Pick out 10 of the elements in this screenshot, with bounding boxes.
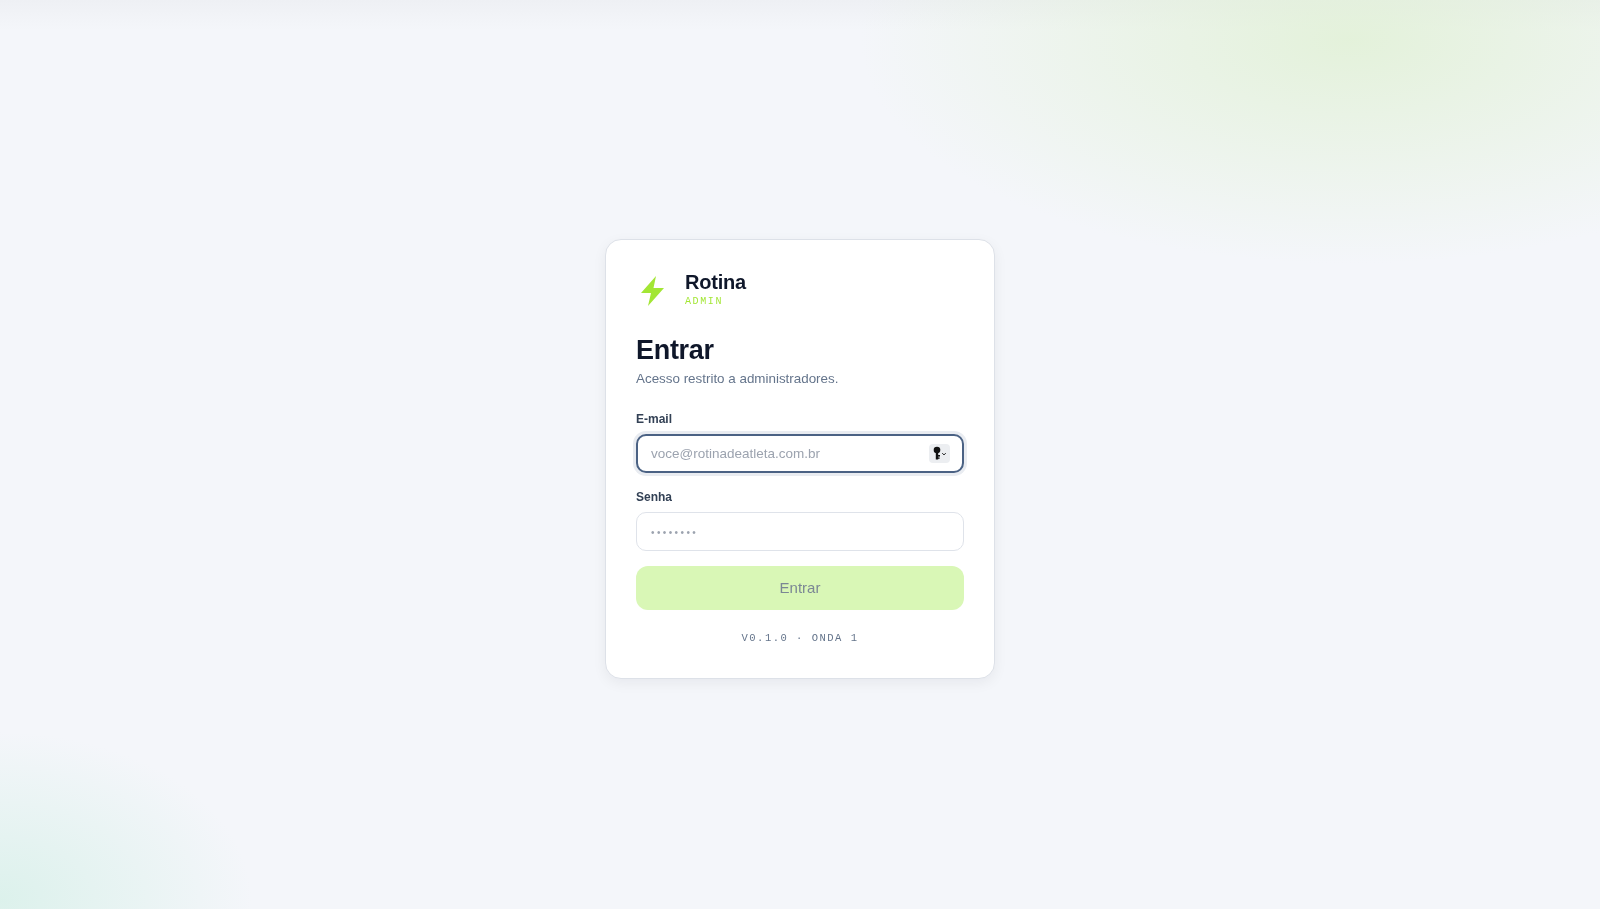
- field-label: Senha: [636, 488, 673, 505]
- brand-name: Rotina: [685, 269, 747, 294]
- lightning-bolt-icon: [641, 276, 664, 306]
- page-heading: Entrar: [636, 333, 715, 367]
- password-field[interactable]: ••••••••: [636, 511, 964, 551]
- subtitle-text: Acesso restrito a administradores.: [636, 369, 840, 387]
- version-text: V0.1.0 · ONDA 1: [741, 631, 859, 644]
- email-field[interactable]: voce@rotinadeatleta.com.br: [636, 433, 964, 473]
- brand-tag: ADMIN: [685, 294, 747, 309]
- field-label: E-mail: [636, 410, 673, 427]
